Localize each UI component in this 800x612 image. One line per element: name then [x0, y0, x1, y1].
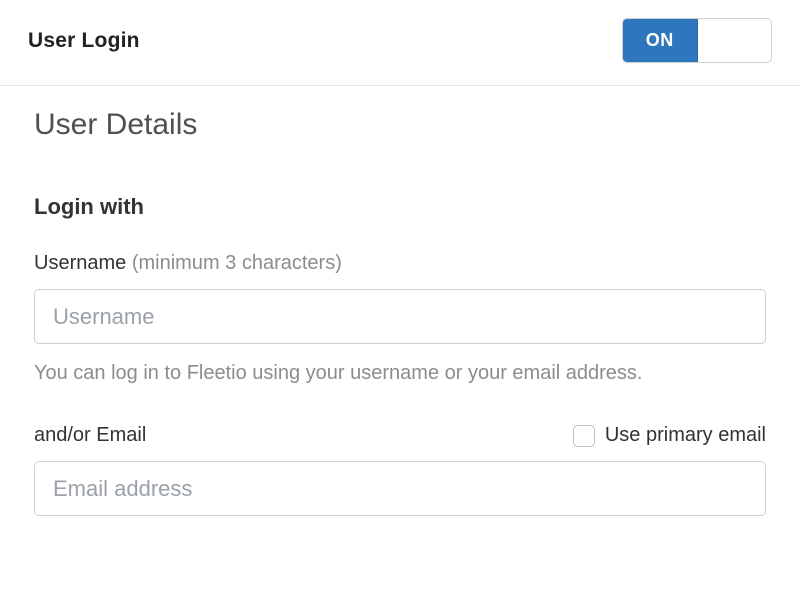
user-login-title: User Login: [28, 29, 140, 53]
user-details-heading: User Details: [34, 108, 766, 142]
username-label-text: Username: [34, 252, 126, 274]
content-area: User Details Login with Username (minimu…: [0, 86, 800, 516]
email-field-label: and/or Email: [34, 424, 146, 447]
login-with-label: Login with: [34, 194, 766, 220]
use-primary-email-checkbox[interactable]: [573, 425, 595, 447]
username-helper-text: You can log in to Fleetio using your use…: [34, 358, 766, 388]
user-login-toggle[interactable]: ON: [622, 18, 772, 63]
email-label-row: and/or Email Use primary email: [34, 424, 766, 447]
toggle-on-label: ON: [623, 19, 698, 62]
email-input[interactable]: [34, 461, 766, 516]
use-primary-email-label[interactable]: Use primary email: [605, 424, 766, 447]
use-primary-email-wrap: Use primary email: [573, 424, 766, 447]
username-input[interactable]: [34, 289, 766, 344]
toggle-off-side: [698, 19, 772, 62]
username-field-label: Username (minimum 3 characters): [34, 252, 766, 275]
username-hint: (minimum 3 characters): [132, 252, 342, 274]
header-row: User Login ON: [0, 0, 800, 86]
